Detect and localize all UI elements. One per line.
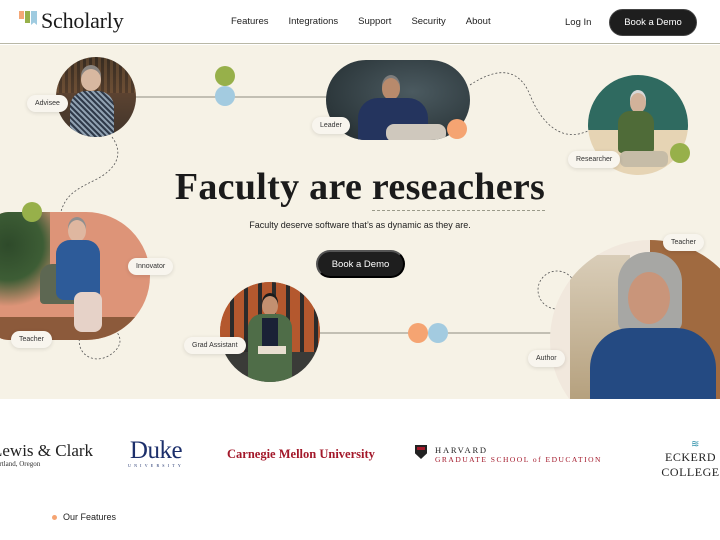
nav-link-security[interactable]: Security [411,16,445,27]
nav-link-integrations[interactable]: Integrations [289,16,339,27]
hero-headline: Faculty are reseachers [0,165,720,211]
photo-author [550,240,720,399]
logo-lewis-clark: Lewis & Clark Portland, Oregon [0,441,94,469]
connector-leader-researcher [469,72,591,135]
logo-mark-icon [19,11,37,25]
eckerd-wave-icon: ≋ [691,439,700,450]
book-demo-hero-button[interactable]: Book a Demo [316,250,405,278]
section-label-features: Our Features [52,512,116,522]
decor-dot-orange [447,119,467,139]
photo-grad-assistant [220,282,320,382]
decor-dot-blue [428,323,448,343]
top-navigation: Scholarly Features Integrations Support … [0,0,720,44]
headline-part1: Faculty are [174,166,372,208]
logo-harvard-gse: HARVARD GRADUATE SCHOOL of EDUCATION [415,445,602,465]
logo-carnegie-mellon: Carnegie Mellon University [227,447,375,461]
tag-teacher: Teacher [11,331,52,348]
logo-duke: Duke UNIVERSITY [128,437,184,468]
customer-logos: Lewis & Clark Portland, Oregon Duke UNIV… [0,400,720,500]
nav-link-features[interactable]: Features [231,16,269,27]
login-link[interactable]: Log In [565,17,591,28]
hero-subline: Faculty deserve software that’s as dynam… [249,220,471,230]
nav-links: Features Integrations Support Security A… [231,16,511,27]
decor-dot-blue [215,86,235,106]
hero-section: Advisee Leader Researcher Innovator Teac… [0,45,720,399]
photo-advisee [56,57,136,137]
decor-dot-green [670,143,690,163]
tag-author: Author [528,350,565,367]
decor-dot-orange [408,323,428,343]
harvard-shield-icon [415,445,427,459]
logo-eckerd: ≋ ECKERD COLLEGE [661,439,720,480]
logo[interactable]: Scholarly [19,8,124,34]
section-label-text: Our Features [63,512,117,522]
tag-grad-assistant: Grad Assistant [184,337,246,354]
tag-teacher: Teacher [663,234,704,251]
bullet-dot-icon [52,514,57,520]
tag-advisee: Advisee [27,95,68,112]
tag-leader: Leader [312,117,350,134]
book-demo-nav-button[interactable]: Book a Demo [609,9,697,36]
logo-text: Scholarly [41,8,124,33]
photo-innovator [0,212,150,340]
nav-link-about[interactable]: About [466,16,491,27]
decor-dot-green [215,66,235,86]
nav-link-support[interactable]: Support [358,16,391,27]
tag-innovator: Innovator [128,258,174,275]
headline-highlight: reseachers [371,166,546,211]
